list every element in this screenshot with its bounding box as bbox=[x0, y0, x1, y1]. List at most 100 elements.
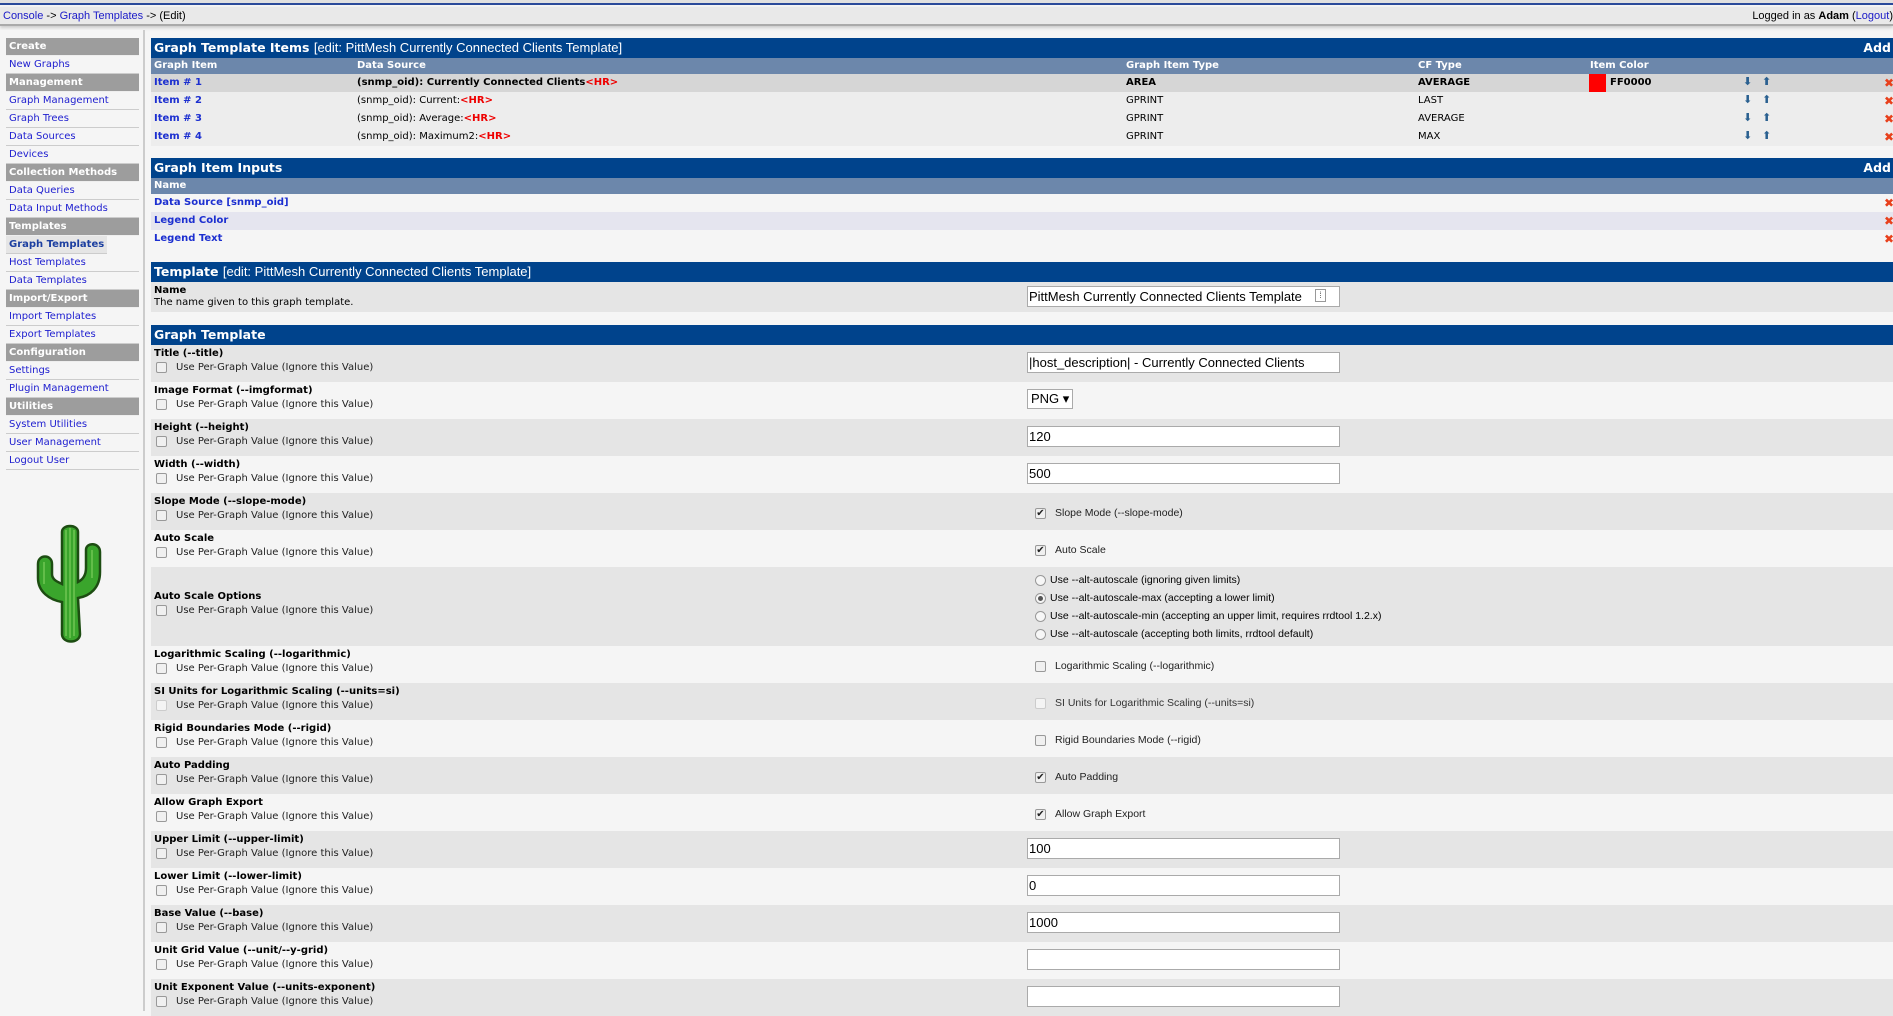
delete-x-icon[interactable]: ✖ bbox=[1884, 94, 1893, 108]
per-graph-checkbox[interactable]: Use Per-Graph Value (Ignore this Value) bbox=[156, 922, 373, 933]
per-graph-checkbox[interactable]: Use Per-Graph Value (Ignore this Value) bbox=[156, 774, 373, 785]
checkbox-icon[interactable] bbox=[156, 700, 167, 711]
radio-option[interactable]: Use --alt-autoscale-max (accepting a low… bbox=[1035, 589, 1381, 607]
checkbox-icon[interactable] bbox=[156, 547, 167, 558]
option-checkbox[interactable]: SI Units for Logarithmic Scaling (--unit… bbox=[1035, 697, 1254, 709]
checkbox-icon[interactable] bbox=[156, 605, 167, 616]
sidebar-item-import-templates[interactable]: Import Templates bbox=[6, 308, 139, 326]
sidebar-item-settings[interactable]: Settings bbox=[6, 362, 139, 380]
option-checkbox[interactable]: ✔ Slope Mode (--slope-mode) bbox=[1035, 507, 1183, 519]
checkbox-icon[interactable] bbox=[156, 362, 167, 373]
checkbox-icon[interactable] bbox=[1035, 660, 1046, 672]
text-input[interactable]: 1000 bbox=[1027, 912, 1340, 933]
sidebar-item-graph-templates[interactable]: Graph Templates bbox=[6, 236, 108, 254]
per-graph-checkbox[interactable]: Use Per-Graph Value (Ignore this Value) bbox=[156, 737, 373, 748]
per-graph-checkbox[interactable]: Use Per-Graph Value (Ignore this Value) bbox=[156, 362, 373, 373]
sidebar-item-system-utilities[interactable]: System Utilities bbox=[6, 416, 139, 434]
per-graph-checkbox[interactable]: Use Per-Graph Value (Ignore this Value) bbox=[156, 605, 373, 616]
option-checkbox[interactable]: Logarithmic Scaling (--logarithmic) bbox=[1035, 660, 1214, 672]
per-graph-checkbox[interactable]: Use Per-Graph Value (Ignore this Value) bbox=[156, 663, 373, 674]
arrow-up-icon[interactable]: ⬆ bbox=[1762, 129, 1771, 142]
text-input[interactable] bbox=[1027, 986, 1340, 1007]
graph-item-input-link[interactable]: Data Source [snmp_oid] bbox=[154, 197, 289, 208]
sidebar-item-new-graphs[interactable]: New Graphs bbox=[6, 56, 139, 74]
per-graph-checkbox[interactable]: Use Per-Graph Value (Ignore this Value) bbox=[156, 510, 373, 521]
per-graph-checkbox[interactable]: Use Per-Graph Value (Ignore this Value) bbox=[156, 811, 373, 822]
checkbox-checked-icon[interactable]: ✔ bbox=[1035, 507, 1046, 519]
sidebar-item-user-management[interactable]: User Management bbox=[6, 434, 139, 452]
checkbox-checked-icon[interactable]: ✔ bbox=[1035, 771, 1046, 783]
sidebar-item-data-queries[interactable]: Data Queries bbox=[6, 182, 139, 200]
graph-item-link[interactable]: Item # 2 bbox=[154, 95, 202, 106]
graph-item-input-link[interactable]: Legend Text bbox=[154, 233, 222, 244]
radio-icon[interactable] bbox=[1035, 610, 1046, 622]
delete-x-icon[interactable]: ✖ bbox=[1884, 112, 1893, 126]
delete-x-icon[interactable]: ✖ bbox=[1884, 76, 1893, 90]
option-checkbox[interactable]: ✔ Auto Scale bbox=[1035, 544, 1106, 556]
sidebar-item-plugin-management[interactable]: Plugin Management bbox=[6, 380, 139, 398]
checkbox-icon[interactable] bbox=[1035, 697, 1046, 709]
option-checkbox[interactable]: ✔ Allow Graph Export bbox=[1035, 808, 1145, 820]
field-info-icon[interactable]: ⁞ bbox=[1315, 289, 1326, 302]
checkbox-icon[interactable] bbox=[156, 510, 167, 521]
per-graph-checkbox[interactable]: Use Per-Graph Value (Ignore this Value) bbox=[156, 959, 373, 970]
option-checkbox[interactable]: ✔ Auto Padding bbox=[1035, 771, 1118, 783]
checkbox-icon[interactable] bbox=[156, 663, 167, 674]
checkbox-icon[interactable] bbox=[1035, 734, 1046, 746]
sidebar-item-logout-user[interactable]: Logout User bbox=[6, 452, 139, 470]
sidebar-item-data-templates[interactable]: Data Templates bbox=[6, 272, 139, 290]
graph-item-link[interactable]: Item # 4 bbox=[154, 131, 202, 142]
arrow-down-icon[interactable]: ⬇ bbox=[1743, 93, 1752, 106]
delete-x-icon[interactable]: ✖ bbox=[1884, 196, 1893, 210]
per-graph-checkbox[interactable]: Use Per-Graph Value (Ignore this Value) bbox=[156, 473, 373, 484]
sidebar-item-devices[interactable]: Devices bbox=[6, 146, 139, 164]
template-name-input[interactable]: PittMesh Currently Connected Clients Tem… bbox=[1027, 286, 1340, 307]
arrow-up-icon[interactable]: ⬆ bbox=[1762, 93, 1771, 106]
logout-link[interactable]: Logout bbox=[1856, 10, 1890, 22]
sidebar-item-graph-management[interactable]: Graph Management bbox=[6, 92, 139, 110]
arrow-up-icon[interactable]: ⬆ bbox=[1762, 75, 1771, 88]
per-graph-checkbox[interactable]: Use Per-Graph Value (Ignore this Value) bbox=[156, 399, 373, 410]
delete-x-icon[interactable]: ✖ bbox=[1884, 232, 1893, 246]
checkbox-icon[interactable] bbox=[156, 922, 167, 933]
delete-x-icon[interactable]: ✖ bbox=[1884, 130, 1893, 144]
add-item-button[interactable]: Add bbox=[1863, 40, 1891, 55]
graph-item-input-link[interactable]: Legend Color bbox=[154, 215, 228, 226]
radio-option[interactable]: Use --alt-autoscale (accepting both limi… bbox=[1035, 625, 1381, 643]
radio-option[interactable]: Use --alt-autoscale (ignoring given limi… bbox=[1035, 571, 1381, 589]
text-input[interactable] bbox=[1027, 949, 1340, 970]
per-graph-checkbox[interactable]: Use Per-Graph Value (Ignore this Value) bbox=[156, 885, 373, 896]
arrow-down-icon[interactable]: ⬇ bbox=[1743, 111, 1752, 124]
per-graph-checkbox[interactable]: Use Per-Graph Value (Ignore this Value) bbox=[156, 436, 373, 447]
arrow-down-icon[interactable]: ⬇ bbox=[1743, 129, 1752, 142]
radio-selected-icon[interactable] bbox=[1035, 592, 1046, 604]
text-input[interactable]: |host_description| - Currently Connected… bbox=[1027, 352, 1340, 373]
radio-icon[interactable] bbox=[1035, 574, 1046, 586]
sidebar-item-graph-trees[interactable]: Graph Trees bbox=[6, 110, 139, 128]
checkbox-checked-icon[interactable]: ✔ bbox=[1035, 544, 1046, 556]
graph-item-link[interactable]: Item # 1 bbox=[154, 77, 202, 88]
checkbox-icon[interactable] bbox=[156, 885, 167, 896]
sidebar-item-export-templates[interactable]: Export Templates bbox=[6, 326, 139, 344]
checkbox-icon[interactable] bbox=[156, 959, 167, 970]
checkbox-checked-icon[interactable]: ✔ bbox=[1035, 808, 1046, 820]
checkbox-icon[interactable] bbox=[156, 811, 167, 822]
radio-group[interactable]: Use --alt-autoscale (ignoring given limi… bbox=[1035, 571, 1381, 643]
per-graph-checkbox[interactable]: Use Per-Graph Value (Ignore this Value) bbox=[156, 996, 373, 1007]
image-format-select[interactable]: PNG ▾ bbox=[1027, 389, 1074, 409]
text-input[interactable]: 100 bbox=[1027, 838, 1340, 859]
checkbox-icon[interactable] bbox=[156, 473, 167, 484]
arrow-up-icon[interactable]: ⬆ bbox=[1762, 111, 1771, 124]
checkbox-icon[interactable] bbox=[156, 436, 167, 447]
per-graph-checkbox[interactable]: Use Per-Graph Value (Ignore this Value) bbox=[156, 547, 373, 558]
add-input-button[interactable]: Add bbox=[1863, 160, 1891, 175]
breadcrumb-console[interactable]: Console bbox=[3, 10, 43, 22]
graph-item-link[interactable]: Item # 3 bbox=[154, 113, 202, 124]
text-input[interactable]: 500 bbox=[1027, 463, 1340, 484]
text-input[interactable]: 120 bbox=[1027, 426, 1340, 447]
arrow-down-icon[interactable]: ⬇ bbox=[1743, 75, 1752, 88]
option-checkbox[interactable]: Rigid Boundaries Mode (--rigid) bbox=[1035, 734, 1201, 746]
text-input[interactable]: 0 bbox=[1027, 875, 1340, 896]
sidebar-item-data-sources[interactable]: Data Sources bbox=[6, 128, 139, 146]
breadcrumb-graph-templates[interactable]: Graph Templates bbox=[60, 10, 144, 22]
